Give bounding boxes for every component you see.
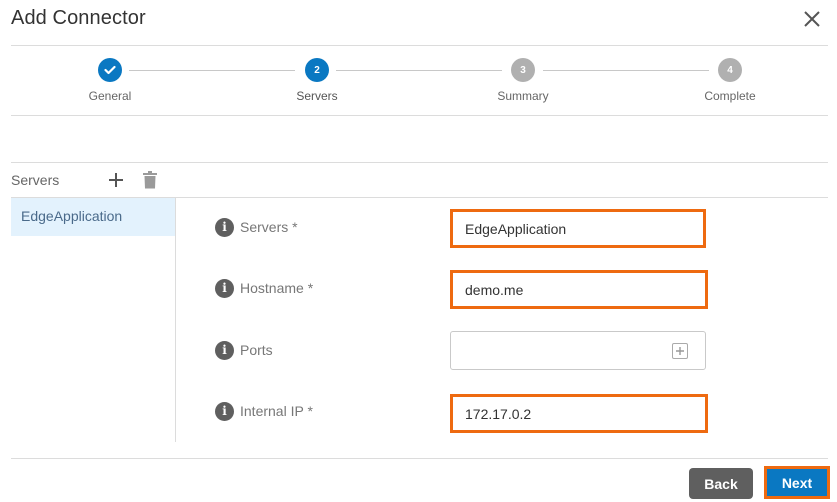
step-circle: 4: [718, 58, 742, 82]
delete-server-button[interactable]: [141, 170, 159, 190]
servers-field[interactable]: [450, 209, 706, 248]
internal-ip-field[interactable]: [450, 394, 708, 433]
trash-icon: [143, 171, 157, 189]
stepper: General 2 Servers 3 Summary 4 Complete: [0, 58, 837, 108]
field-label: Servers *: [240, 219, 298, 235]
divider: [11, 45, 828, 46]
hostname-field[interactable]: [450, 270, 708, 309]
servers-list-title: Servers: [11, 172, 60, 188]
step-complete: 4 Complete: [670, 58, 790, 103]
dialog-title: Add Connector: [11, 7, 146, 29]
form-row-internal-ip: i Internal IP *: [215, 401, 313, 421]
step-servers: 2 Servers: [257, 58, 377, 103]
info-icon[interactable]: i: [215, 401, 234, 421]
divider: [11, 162, 828, 163]
step-summary: 3 Summary: [463, 58, 583, 103]
step-label: Complete: [704, 89, 756, 103]
divider: [11, 458, 828, 459]
close-button[interactable]: [803, 10, 821, 28]
divider: [11, 115, 828, 116]
hostname-input[interactable]: [465, 281, 693, 298]
step-label: Summary: [497, 89, 549, 103]
step-circle: [98, 58, 122, 82]
field-label: Hostname *: [240, 280, 314, 296]
close-icon: [804, 11, 820, 27]
step-circle: 2: [305, 58, 329, 82]
plus-icon: [109, 173, 123, 187]
step-label: General: [88, 89, 132, 103]
back-button[interactable]: Back: [689, 468, 753, 499]
next-button[interactable]: Next: [764, 466, 830, 499]
internal-ip-input[interactable]: [465, 405, 693, 422]
servers-input[interactable]: [465, 220, 691, 237]
form-row-servers: i Servers *: [215, 217, 298, 237]
plus-icon: [676, 346, 684, 355]
add-server-button[interactable]: [107, 170, 125, 190]
field-label: Ports: [240, 342, 273, 358]
step-label: Servers: [296, 89, 338, 103]
column-divider: [175, 198, 176, 442]
info-icon[interactable]: i: [215, 278, 234, 298]
info-icon[interactable]: i: [215, 217, 234, 237]
step-general: General: [50, 58, 170, 103]
ports-field[interactable]: [450, 331, 706, 370]
form-row-ports: i Ports: [215, 340, 273, 360]
check-icon: [104, 65, 116, 75]
servers-list-header: Servers: [11, 170, 175, 190]
add-port-button[interactable]: [672, 342, 688, 359]
form-row-hostname: i Hostname *: [215, 278, 313, 298]
step-circle: 3: [511, 58, 535, 82]
server-list-item[interactable]: EdgeApplication: [11, 198, 175, 236]
info-icon[interactable]: i: [215, 340, 234, 360]
field-label: Internal IP *: [240, 403, 313, 419]
